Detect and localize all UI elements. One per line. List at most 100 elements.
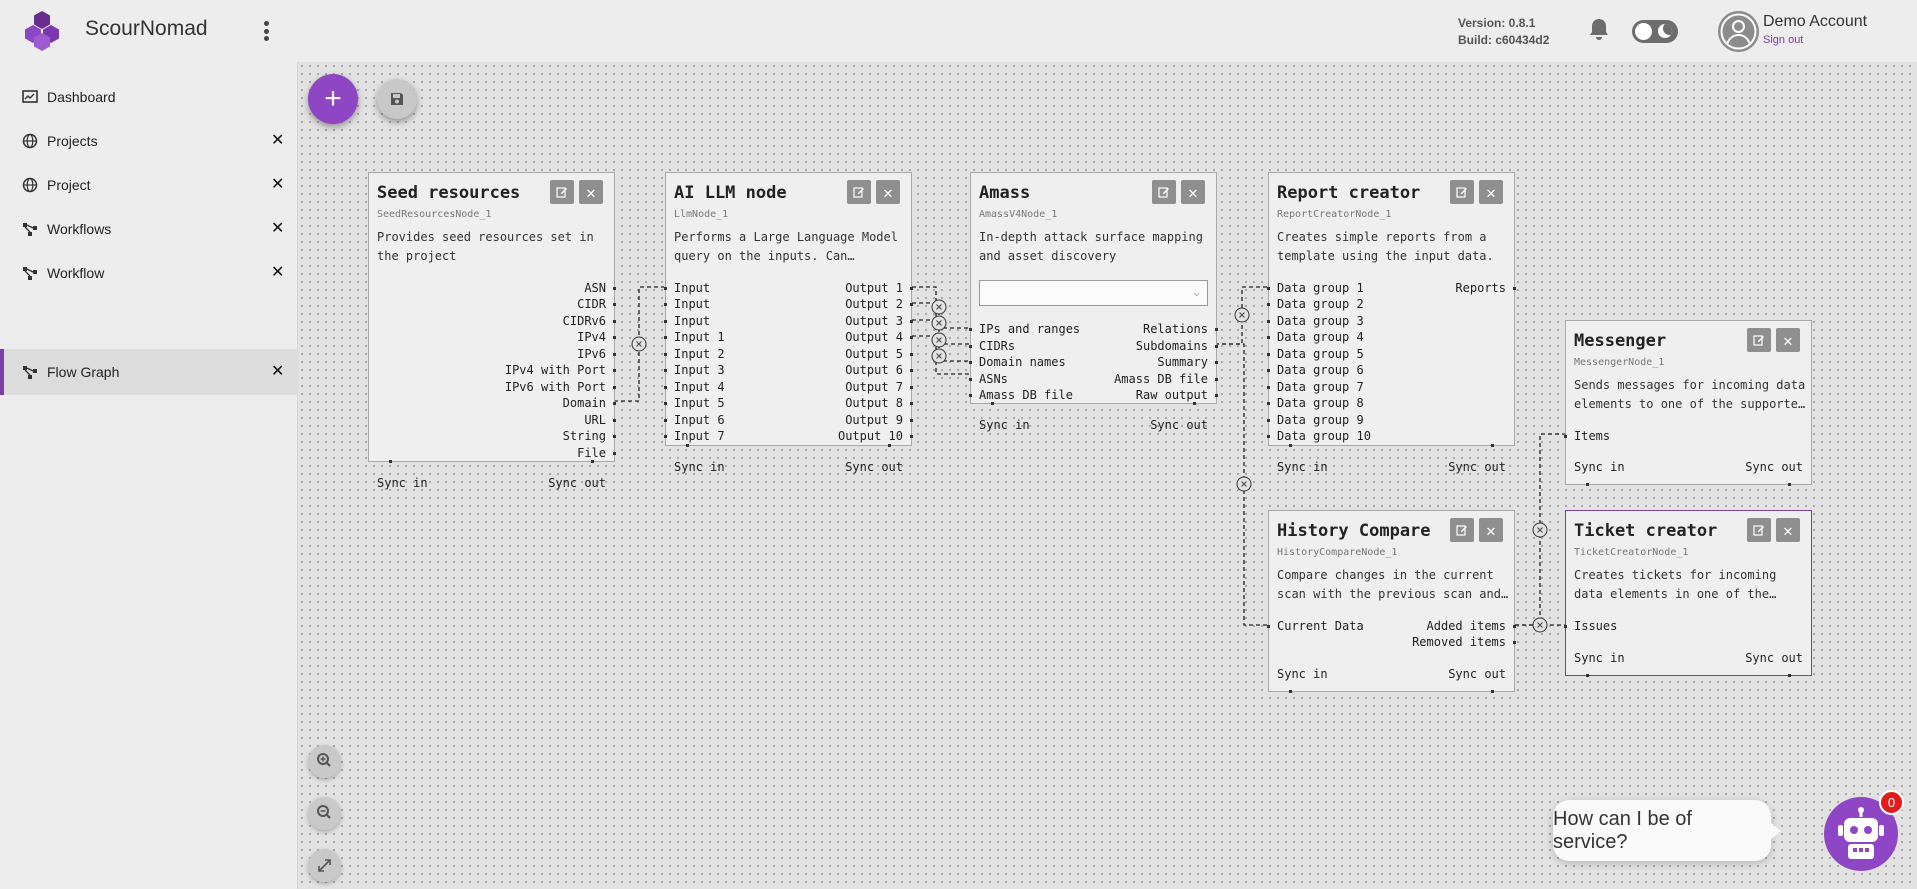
port-handle[interactable]: [1491, 690, 1494, 693]
input-port-data-group-6[interactable]: Data group 6: [1277, 363, 1364, 377]
output-port-added-items[interactable]: Added items: [1427, 619, 1506, 633]
theme-toggle[interactable]: [1632, 20, 1678, 43]
close-icon[interactable]: ✕: [271, 364, 284, 380]
output-port-relations[interactable]: Relations: [1143, 322, 1208, 336]
node-ai-llm[interactable]: AI LLM node LlmNode_1 ✕ Performs a Large…: [664, 172, 913, 474]
port-handle[interactable]: [1267, 419, 1270, 422]
sync-in[interactable]: Sync in: [1277, 667, 1328, 681]
sync-out[interactable]: Sync out: [845, 460, 903, 474]
output-port-asn[interactable]: ASN: [584, 281, 606, 295]
port-handle[interactable]: [613, 303, 616, 306]
port-handle[interactable]: [613, 287, 616, 290]
output-port-4[interactable]: Output 4: [845, 330, 903, 344]
output-port-ipv6-with-port[interactable]: IPv6 with Port: [505, 380, 606, 394]
input-port[interactable]: Input: [674, 314, 710, 328]
port-handle[interactable]: [1215, 378, 1218, 381]
output-port-cidr[interactable]: CIDR: [577, 297, 606, 311]
port-handle[interactable]: [969, 378, 972, 381]
sync-out[interactable]: Sync out: [1745, 460, 1803, 474]
input-port-data-group-2[interactable]: Data group 2: [1277, 297, 1364, 311]
close-icon[interactable]: ✕: [1776, 518, 1800, 542]
port-handle[interactable]: [613, 353, 616, 356]
port-handle[interactable]: [1267, 369, 1270, 372]
port-handle[interactable]: [613, 320, 616, 323]
port-handle[interactable]: [389, 460, 392, 463]
port-handle[interactable]: [910, 402, 913, 405]
port-handle[interactable]: [910, 336, 913, 339]
port-handle[interactable]: [664, 386, 667, 389]
sync-out[interactable]: Sync out: [1448, 667, 1506, 681]
input-port-issues[interactable]: Issues: [1574, 619, 1617, 633]
app-logo[interactable]: [22, 10, 62, 52]
output-port-10[interactable]: Output 10: [838, 429, 903, 443]
port-handle[interactable]: [910, 287, 913, 290]
output-port-string[interactable]: String: [563, 429, 606, 443]
port-handle[interactable]: [664, 353, 667, 356]
zoom-out-button[interactable]: [308, 797, 341, 830]
fit-view-button[interactable]: [308, 849, 341, 882]
output-port-removed-items[interactable]: Removed items: [1412, 635, 1506, 649]
port-handle[interactable]: [1564, 625, 1567, 628]
port-handle[interactable]: [664, 287, 667, 290]
port-handle[interactable]: [613, 369, 616, 372]
port-handle[interactable]: [1491, 444, 1494, 447]
port-handle[interactable]: [1267, 435, 1270, 438]
port-handle[interactable]: [1289, 444, 1292, 447]
input-port-data-group-9[interactable]: Data group 9: [1277, 413, 1364, 427]
output-port-ipv4-with-port[interactable]: IPv4 with Port: [505, 363, 606, 377]
close-icon[interactable]: ✕: [271, 265, 284, 281]
close-icon[interactable]: ✕: [271, 177, 284, 193]
sync-out[interactable]: Sync out: [1448, 460, 1506, 474]
input-port-7[interactable]: Input 7: [674, 429, 725, 443]
port-handle[interactable]: [1267, 386, 1270, 389]
port-handle[interactable]: [613, 386, 616, 389]
edit-icon[interactable]: [1152, 180, 1176, 204]
port-handle[interactable]: [664, 336, 667, 339]
port-handle[interactable]: [664, 435, 667, 438]
port-handle[interactable]: [664, 320, 667, 323]
output-port-subdomains[interactable]: Subdomains: [1136, 339, 1208, 353]
edit-icon[interactable]: [550, 180, 574, 204]
output-port-3[interactable]: Output 3: [845, 314, 903, 328]
input-port-4[interactable]: Input 4: [674, 380, 725, 394]
output-port-file[interactable]: File: [577, 446, 606, 460]
port-handle[interactable]: [1267, 402, 1270, 405]
sidebar-item-flow-graph[interactable]: Flow Graph ✕: [0, 349, 298, 395]
input-port-5[interactable]: Input 5: [674, 396, 725, 410]
close-icon[interactable]: ✕: [876, 180, 900, 204]
bell-icon[interactable]: [1588, 17, 1610, 41]
input-port-3[interactable]: Input 3: [674, 363, 725, 377]
input-port-data-group-5[interactable]: Data group 5: [1277, 347, 1364, 361]
input-port-data-group-3[interactable]: Data group 3: [1277, 314, 1364, 328]
sync-in[interactable]: Sync in: [377, 476, 428, 490]
close-icon[interactable]: ✕: [1776, 328, 1800, 352]
input-port-data-group-8[interactable]: Data group 8: [1277, 396, 1364, 410]
output-port-url[interactable]: URL: [584, 413, 606, 427]
zoom-in-button[interactable]: [308, 745, 341, 778]
close-icon[interactable]: ✕: [271, 133, 284, 149]
port-handle[interactable]: [910, 353, 913, 356]
port-handle[interactable]: [664, 369, 667, 372]
sidebar-item-projects[interactable]: Projects ✕: [0, 118, 298, 164]
output-port-ipv4[interactable]: IPv4: [577, 330, 606, 344]
close-icon[interactable]: ✕: [579, 180, 603, 204]
sync-out[interactable]: Sync out: [1745, 651, 1803, 665]
output-port-ipv6[interactable]: IPv6: [577, 347, 606, 361]
port-handle[interactable]: [1586, 483, 1589, 486]
output-port-7[interactable]: Output 7: [845, 380, 903, 394]
port-handle[interactable]: [613, 435, 616, 438]
port-handle[interactable]: [664, 402, 667, 405]
sync-in[interactable]: Sync in: [1277, 460, 1328, 474]
port-handle[interactable]: [969, 328, 972, 331]
port-handle[interactable]: [1788, 483, 1791, 486]
edit-icon[interactable]: [1747, 328, 1771, 352]
port-handle[interactable]: [613, 419, 616, 422]
input-port-domain-names[interactable]: Domain names: [979, 355, 1066, 369]
input-port-cidrs[interactable]: CIDRs: [979, 339, 1015, 353]
sidebar-item-workflows[interactable]: Workflows ✕: [0, 206, 298, 252]
port-handle[interactable]: [1267, 353, 1270, 356]
edit-icon[interactable]: [1450, 518, 1474, 542]
output-port-9[interactable]: Output 9: [845, 413, 903, 427]
port-handle[interactable]: [613, 402, 616, 405]
node-ticket-creator[interactable]: Ticket creator TicketCreatorNode_1 ✕ Cre…: [1564, 510, 1812, 677]
